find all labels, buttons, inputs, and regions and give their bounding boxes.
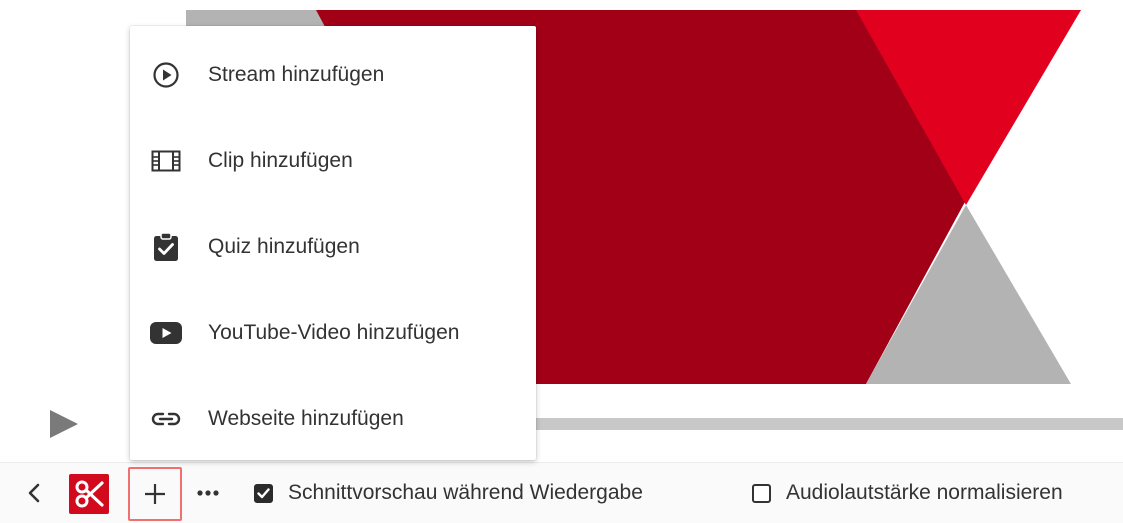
menu-item-add-stream[interactable]: Stream hinzufügen [130,32,536,118]
back-button[interactable] [20,477,48,509]
cut-preview-toggle[interactable]: Schnittvorschau während Wiedergabe [254,463,643,523]
menu-item-label: Webseite hinzufügen [208,407,404,430]
normalize-audio-checkbox[interactable] [752,483,771,503]
scissors-icon [75,480,104,508]
cut-preview-label: Schnittvorschau während Wiedergabe [288,481,643,504]
normalize-audio-toggle[interactable]: Audiolautstärke normalisieren [752,463,1063,523]
film-strip-icon [150,145,182,177]
menu-item-add-quiz[interactable]: Quiz hinzufügen [130,204,536,290]
play-circle-icon [150,59,182,91]
menu-item-add-clip[interactable]: Clip hinzufügen [130,118,536,204]
editor-toolbar: Schnittvorschau während Wiedergabe Audio… [0,462,1123,523]
menu-item-add-website[interactable]: Webseite hinzufügen [130,376,536,462]
cut-button[interactable] [69,474,109,514]
play-button[interactable] [44,406,80,442]
normalize-audio-label: Audiolautstärke normalisieren [786,481,1063,504]
progress-bar[interactable] [536,418,1123,430]
link-icon [150,403,182,435]
youtube-icon [150,317,182,349]
cut-preview-checkbox[interactable] [254,483,273,503]
add-button[interactable] [128,467,182,521]
plus-icon [145,484,165,504]
clipboard-check-icon [150,231,182,263]
play-triangle-icon [50,410,78,438]
more-horizontal-icon [197,490,219,496]
add-content-menu: Stream hinzufügen Clip hinzufügen Quiz h… [130,26,536,460]
menu-item-label: YouTube-Video hinzufügen [208,321,460,344]
chevron-left-icon [28,483,40,503]
menu-item-label: Quiz hinzufügen [208,235,360,258]
menu-item-label: Stream hinzufügen [208,63,385,86]
more-button[interactable] [190,477,226,509]
checkmark-icon [257,487,270,498]
menu-item-add-youtube[interactable]: YouTube-Video hinzufügen [130,290,536,376]
menu-item-label: Clip hinzufügen [208,149,353,172]
